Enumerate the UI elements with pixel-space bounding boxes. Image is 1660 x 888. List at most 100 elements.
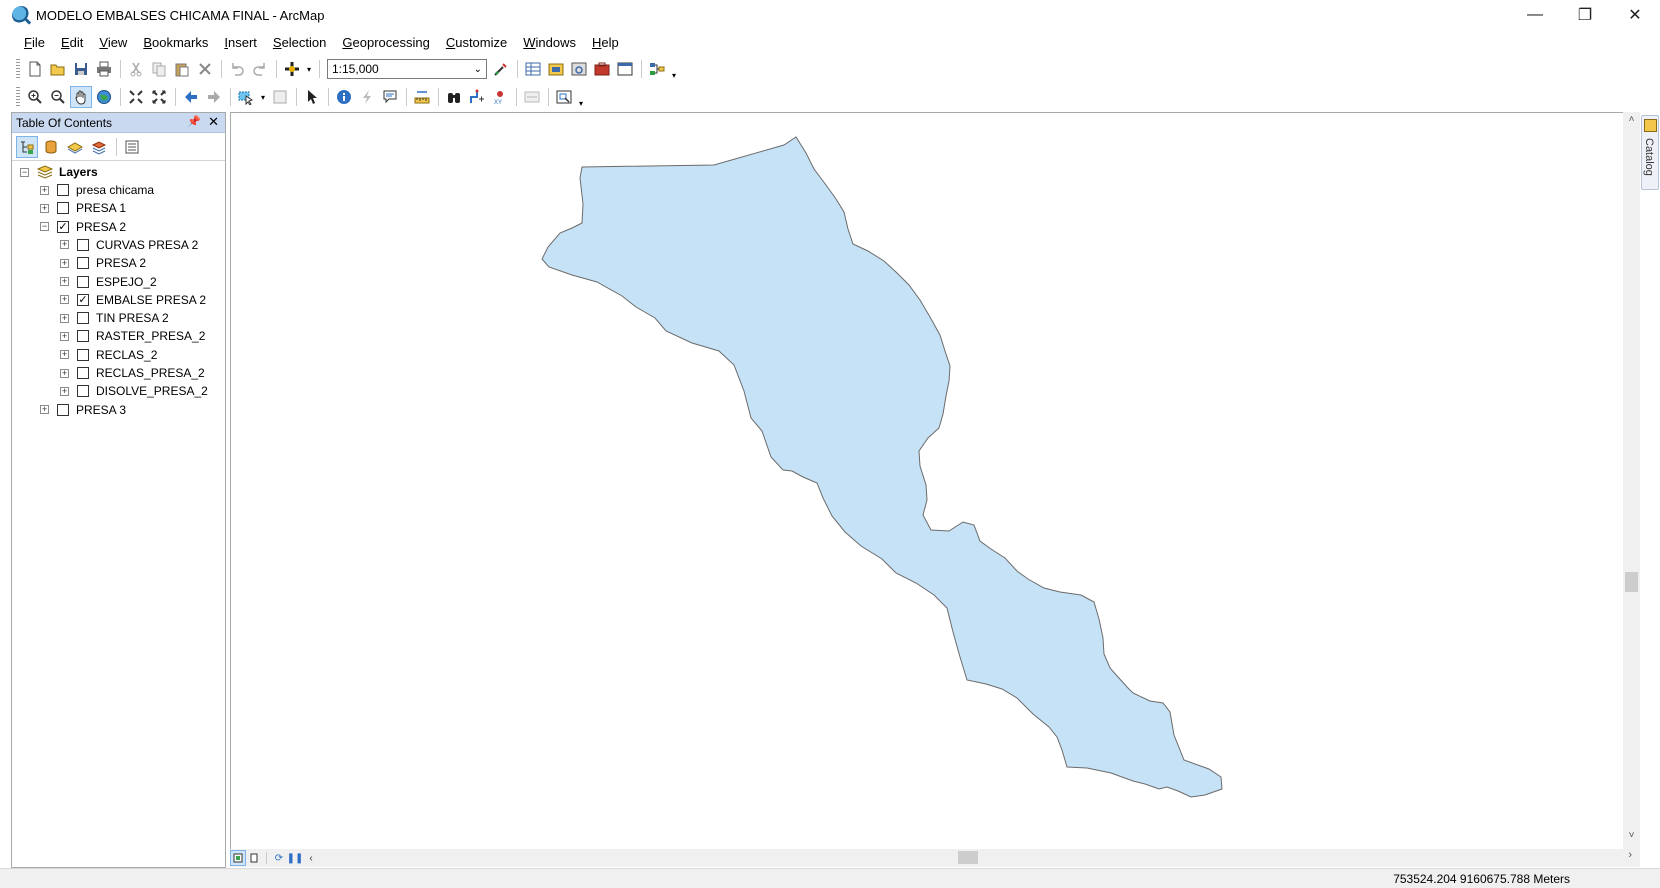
close-button[interactable]: ✕ bbox=[1610, 0, 1660, 30]
layer-row[interactable]: + TIN PRESA 2 bbox=[60, 309, 169, 327]
open-folder-icon[interactable] bbox=[47, 58, 69, 80]
list-by-selection-icon[interactable] bbox=[88, 136, 110, 158]
new-document-icon[interactable] bbox=[24, 58, 46, 80]
toolbar-overflow-icon[interactable]: ▾ bbox=[669, 58, 679, 80]
print-icon[interactable] bbox=[93, 58, 115, 80]
collapse-icon[interactable]: − bbox=[20, 167, 29, 177]
map-vertical-scrollbar[interactable]: ˄ ˅ bbox=[1623, 112, 1640, 849]
add-data-dropdown-icon[interactable]: ▾ bbox=[304, 58, 314, 80]
list-by-source-icon[interactable] bbox=[40, 136, 62, 158]
data-view-icon[interactable] bbox=[230, 850, 246, 866]
layer-row[interactable]: + ✓ EMBALSE PRESA 2 bbox=[60, 291, 206, 309]
expand-icon[interactable]: + bbox=[60, 331, 69, 341]
expand-icon[interactable]: + bbox=[60, 277, 69, 286]
html-popup-icon[interactable] bbox=[379, 86, 401, 108]
catalog-side-tab[interactable]: Catalog bbox=[1641, 115, 1659, 190]
time-slider-icon[interactable] bbox=[521, 86, 543, 108]
map-view[interactable] bbox=[230, 112, 1623, 849]
modelbuilder-icon[interactable] bbox=[646, 58, 668, 80]
expand-icon[interactable]: + bbox=[60, 295, 69, 305]
layer-visibility-checkbox[interactable] bbox=[77, 348, 89, 361]
layer-row[interactable]: + PRESA 3 bbox=[40, 401, 126, 419]
find-binoculars-icon[interactable] bbox=[443, 86, 465, 108]
layer-row[interactable]: + RASTER_PRESA_2 bbox=[60, 327, 205, 345]
toolbar-overflow-icon[interactable]: ▾ bbox=[576, 86, 586, 108]
menu-windows[interactable]: Windows bbox=[515, 35, 584, 50]
list-by-visibility-icon[interactable] bbox=[64, 136, 86, 158]
menu-bookmarks[interactable]: Bookmarks bbox=[135, 35, 216, 50]
vertical-scroll-thumb[interactable] bbox=[1625, 572, 1638, 592]
redo-icon[interactable] bbox=[249, 58, 271, 80]
paste-icon[interactable] bbox=[171, 58, 193, 80]
layer-visibility-checkbox[interactable] bbox=[77, 385, 89, 398]
copy-icon[interactable] bbox=[148, 58, 170, 80]
expand-icon[interactable]: + bbox=[60, 313, 69, 323]
layer-visibility-checkbox[interactable] bbox=[77, 330, 89, 343]
scroll-up-icon[interactable]: ˄ bbox=[1623, 114, 1640, 131]
undo-icon[interactable] bbox=[226, 58, 248, 80]
layer-row[interactable]: + RECLAS_PRESA_2 bbox=[60, 364, 205, 382]
layer-row[interactable]: + PRESA 2 bbox=[60, 254, 146, 272]
layer-row[interactable]: + CURVAS PRESA 2 bbox=[60, 236, 198, 254]
menu-selection[interactable]: Selection bbox=[265, 35, 334, 50]
toolbar-grip[interactable] bbox=[16, 87, 20, 107]
layers-root[interactable]: − Layers bbox=[20, 163, 98, 181]
fixed-zoom-out-icon[interactable] bbox=[148, 86, 170, 108]
layer-visibility-checkbox[interactable] bbox=[57, 202, 69, 215]
search-window-icon[interactable] bbox=[568, 58, 590, 80]
menu-geoprocessing[interactable]: Geoprocessing bbox=[334, 35, 437, 50]
table-of-contents-icon[interactable] bbox=[522, 58, 544, 80]
pin-icon[interactable]: 📌 bbox=[187, 115, 201, 128]
menu-file[interactable]: File bbox=[16, 35, 53, 50]
go-forward-arrow-icon[interactable] bbox=[203, 86, 225, 108]
python-window-icon[interactable] bbox=[614, 58, 636, 80]
expand-icon[interactable]: + bbox=[40, 203, 49, 213]
add-data-icon[interactable] bbox=[281, 58, 303, 80]
layer-visibility-checkbox[interactable]: ✓ bbox=[77, 293, 89, 306]
zoom-out-icon[interactable] bbox=[47, 86, 69, 108]
go-back-arrow-icon[interactable] bbox=[180, 86, 202, 108]
measure-ruler-icon[interactable] bbox=[411, 86, 433, 108]
scroll-left-icon[interactable]: ‹ bbox=[303, 850, 319, 866]
layer-visibility-checkbox[interactable]: ✓ bbox=[57, 220, 69, 233]
map-canvas[interactable] bbox=[231, 113, 1624, 850]
menu-help[interactable]: Help bbox=[584, 35, 627, 50]
refresh-icon[interactable]: ⟳ bbox=[271, 850, 287, 866]
create-viewer-window-icon[interactable] bbox=[553, 86, 575, 108]
pan-hand-icon[interactable] bbox=[70, 86, 92, 108]
identify-info-icon[interactable] bbox=[333, 86, 355, 108]
hyperlink-lightning-icon[interactable] bbox=[356, 86, 378, 108]
options-list-icon[interactable] bbox=[121, 136, 143, 158]
pause-drawing-icon[interactable]: ❚❚ bbox=[287, 850, 304, 866]
expand-icon[interactable]: + bbox=[40, 185, 49, 195]
layer-row[interactable]: + DISOLVE_PRESA_2 bbox=[60, 382, 208, 400]
editor-toolbar-icon[interactable] bbox=[490, 58, 512, 80]
menu-insert[interactable]: Insert bbox=[216, 35, 265, 50]
clear-selection-icon[interactable] bbox=[269, 86, 291, 108]
toc-close-button[interactable]: ✕ bbox=[208, 114, 219, 130]
menu-view[interactable]: View bbox=[91, 35, 135, 50]
reservoir-polygon[interactable] bbox=[541, 136, 1223, 798]
find-route-icon[interactable] bbox=[466, 86, 488, 108]
scroll-down-icon[interactable]: ˅ bbox=[1623, 830, 1640, 847]
menu-customize[interactable]: Customize bbox=[438, 35, 515, 50]
expand-icon[interactable]: + bbox=[60, 240, 69, 250]
zoom-in-icon[interactable] bbox=[24, 86, 46, 108]
save-icon[interactable] bbox=[70, 58, 92, 80]
select-elements-arrow-icon[interactable] bbox=[301, 86, 323, 108]
expand-icon[interactable]: + bbox=[60, 258, 69, 268]
minimize-button[interactable]: — bbox=[1510, 0, 1560, 30]
collapse-icon[interactable]: − bbox=[40, 222, 49, 232]
layer-row[interactable]: − ✓ PRESA 2 bbox=[40, 218, 126, 236]
horizontal-scroll-thumb[interactable] bbox=[958, 851, 978, 864]
menu-edit[interactable]: Edit bbox=[53, 35, 91, 50]
layer-visibility-checkbox[interactable] bbox=[57, 184, 69, 196]
layer-visibility-checkbox[interactable] bbox=[77, 275, 89, 288]
list-by-drawing-order-icon[interactable] bbox=[16, 135, 38, 158]
expand-icon[interactable]: + bbox=[60, 386, 69, 396]
expand-icon[interactable]: + bbox=[40, 405, 49, 415]
scroll-right-icon[interactable]: › bbox=[1628, 849, 1632, 861]
layer-visibility-checkbox[interactable] bbox=[77, 367, 89, 379]
restore-button[interactable]: ❐ bbox=[1560, 0, 1610, 30]
expand-icon[interactable]: + bbox=[60, 368, 69, 378]
